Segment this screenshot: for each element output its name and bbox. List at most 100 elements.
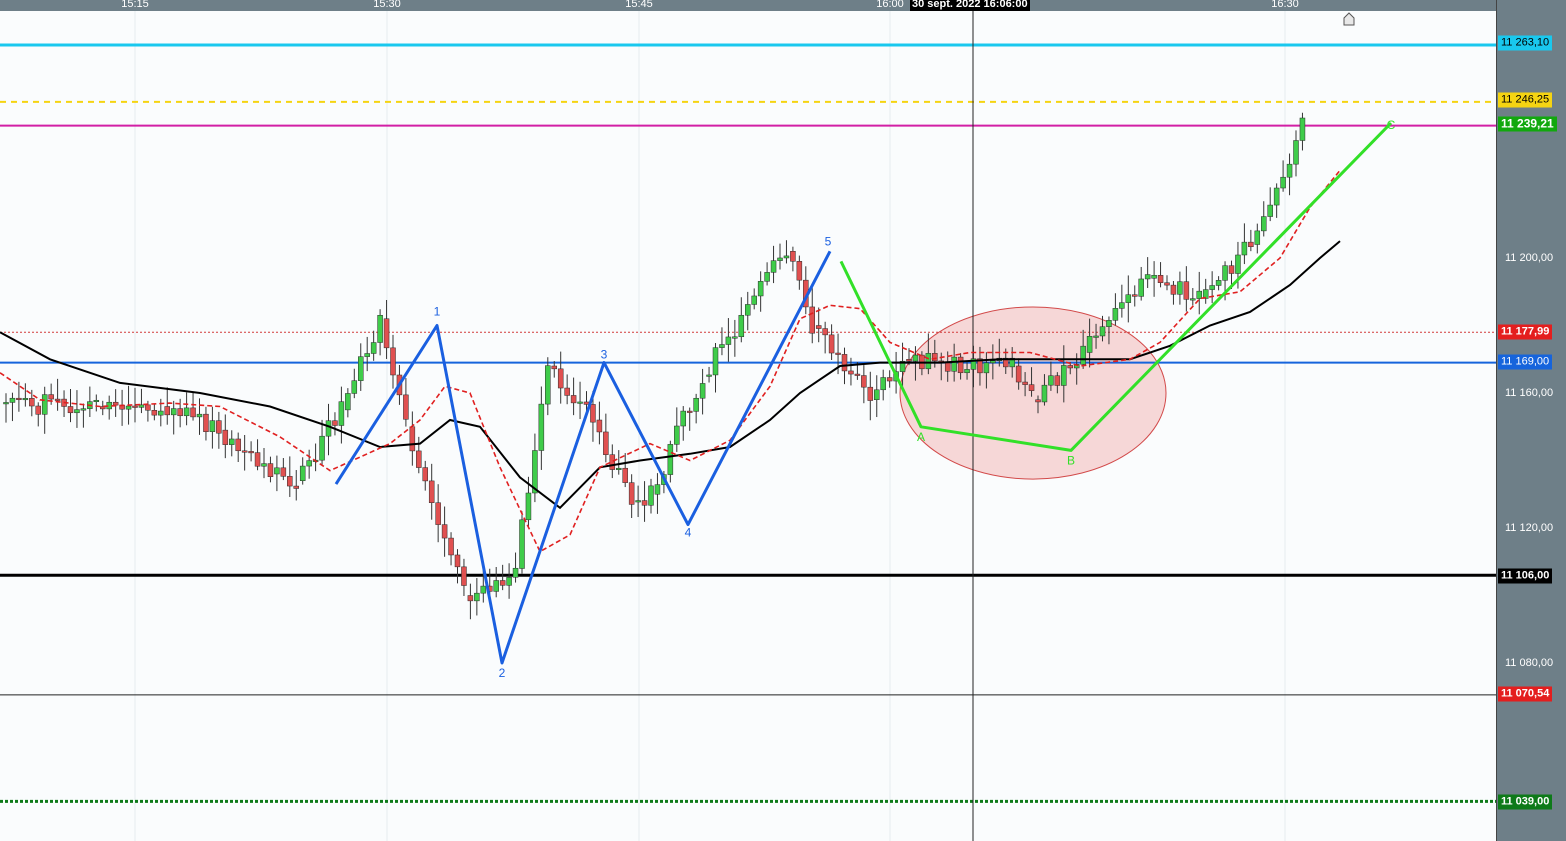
candle-down <box>957 356 964 374</box>
candle-up <box>125 405 132 410</box>
candle-down <box>112 401 119 406</box>
candle-up <box>319 435 325 461</box>
candle-up <box>1048 375 1054 386</box>
candle-down <box>564 387 570 396</box>
candle-down <box>287 476 293 487</box>
candle-up <box>1190 298 1196 301</box>
candle-up <box>951 356 957 372</box>
candle-down <box>428 480 435 503</box>
candle-up <box>261 463 267 467</box>
price-chart[interactable]: 1 2 3 4 5 A B C <box>0 0 1496 841</box>
candle-up <box>338 401 345 426</box>
elliott-wave-line <box>334 250 832 665</box>
candle-up <box>3 402 9 405</box>
candle-down <box>861 375 867 388</box>
candle-down <box>867 386 874 401</box>
candle-up <box>1086 336 1093 353</box>
wave-label: A <box>917 430 925 444</box>
candle-down <box>841 354 848 372</box>
wave-label: 4 <box>685 526 692 540</box>
candle-down <box>151 410 158 416</box>
candle-up <box>1267 204 1273 217</box>
candle-up <box>964 369 970 374</box>
candle-down <box>828 334 835 354</box>
candle-down <box>248 451 254 454</box>
chart-window: 1 2 3 4 5 A B C 15:15 15:30 15:45 16:00 16:30 3… <box>0 0 1566 841</box>
candle-down <box>29 398 35 407</box>
candle-up <box>1061 365 1067 386</box>
candle-up <box>545 365 551 405</box>
candle-up <box>990 360 996 364</box>
candle-down <box>1228 265 1235 274</box>
candle-down <box>35 405 41 415</box>
candle-up <box>1261 216 1267 232</box>
scroll-to-end-icon[interactable] <box>1343 12 1355 26</box>
candle-up <box>1293 140 1299 165</box>
candle-down <box>1015 365 1022 383</box>
candle-up <box>493 580 499 592</box>
candle-down <box>254 452 261 467</box>
candle-down <box>854 373 861 376</box>
candle-down <box>499 580 506 586</box>
wave-label: B <box>1067 453 1075 467</box>
candle-down <box>622 467 628 483</box>
candle-up <box>1177 281 1183 295</box>
candle-up <box>183 407 190 417</box>
candle-up <box>745 304 751 316</box>
level-label-green-dotted: 11 039,00 <box>1498 794 1553 810</box>
candle-up <box>874 389 880 400</box>
candle-down <box>416 450 422 468</box>
candle-up <box>1286 163 1293 178</box>
candle-down <box>280 467 287 477</box>
time-label: 15:15 <box>121 0 149 10</box>
candle-up <box>616 467 622 470</box>
candle-down <box>906 359 912 362</box>
candle-up <box>1273 187 1280 206</box>
candle-down <box>164 406 170 416</box>
price-axis[interactable]: 11 200,00 11 160,00 11 120,00 11 080,00 … <box>1496 0 1566 841</box>
candle-up <box>325 420 332 437</box>
candle-up <box>370 342 377 354</box>
candle-up <box>770 260 777 273</box>
level-label-blue: 11 169,00 <box>1498 354 1553 370</box>
candle-up <box>196 413 203 418</box>
candle-up <box>506 577 512 586</box>
candle-up <box>693 397 699 412</box>
candle-down <box>886 377 893 382</box>
wave-label: 5 <box>825 234 832 248</box>
candle-up <box>783 255 790 259</box>
candle-down <box>454 554 461 568</box>
wave-label: C <box>1387 118 1396 132</box>
candle-up <box>635 500 641 503</box>
candle-up <box>358 356 364 381</box>
candle-down <box>1067 365 1073 369</box>
candle-down <box>267 463 274 477</box>
candle-up <box>274 467 280 475</box>
candle-down <box>67 406 74 414</box>
candle-up <box>345 393 351 411</box>
candle-down <box>461 566 467 586</box>
level-label-cyan: 11 263,10 <box>1498 35 1553 51</box>
candle-up <box>170 408 177 416</box>
candle-up <box>757 281 764 297</box>
candle-up <box>712 347 719 376</box>
candle-up <box>1106 320 1112 327</box>
crosshair-time-label: 30 sept. 2022 16:06:00 <box>910 0 1030 11</box>
candle-up <box>1080 345 1086 365</box>
candle-up <box>1299 117 1306 141</box>
candle-down <box>596 419 603 433</box>
candle-down <box>16 397 22 400</box>
candle-down <box>145 404 151 411</box>
candle-down <box>1022 381 1028 385</box>
candle-down <box>203 413 209 432</box>
candle-down <box>293 485 299 489</box>
wave-label: 3 <box>601 348 608 362</box>
candle-up <box>9 397 16 403</box>
candle-down <box>216 420 222 434</box>
candle-up <box>1209 285 1215 290</box>
candle-up <box>519 519 525 569</box>
candle-down <box>235 438 241 452</box>
time-axis[interactable]: 15:15 15:30 15:45 16:00 16:30 30 sept. 2… <box>0 0 1496 11</box>
candle-down <box>1183 281 1190 300</box>
candle-up <box>983 362 990 374</box>
